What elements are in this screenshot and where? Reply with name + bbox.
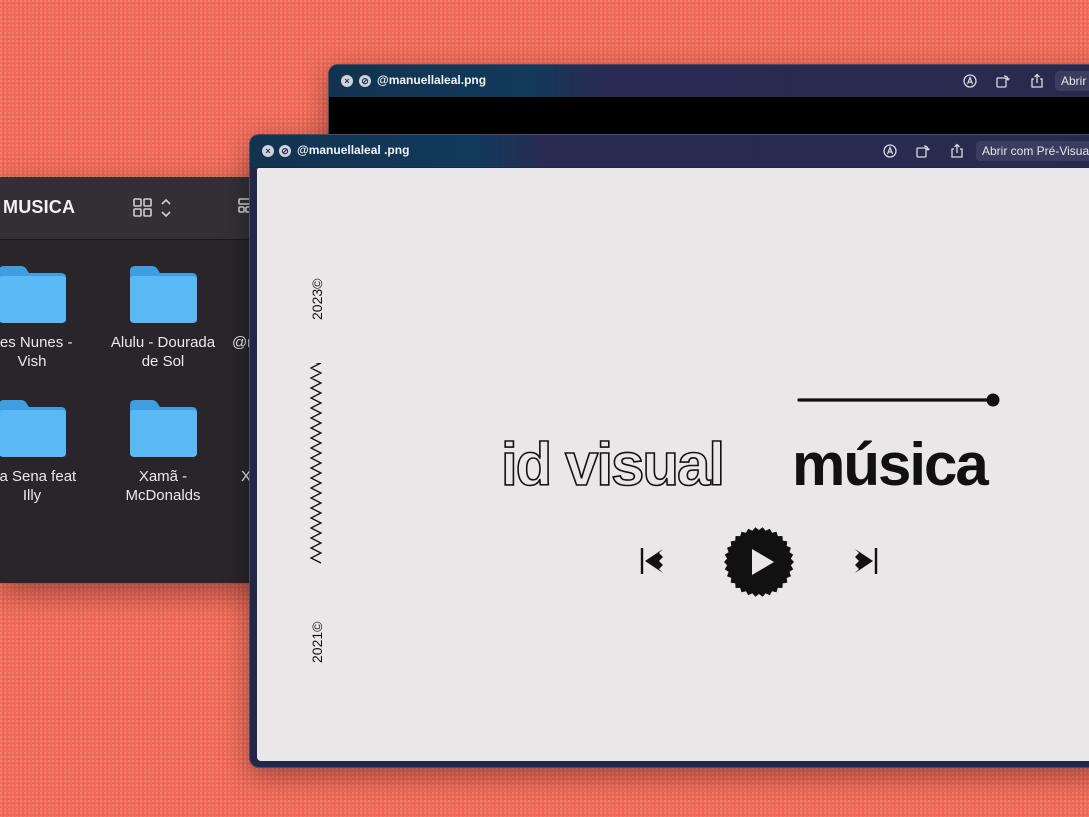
folder-item[interactable]: nes Nunes - Vish bbox=[0, 263, 87, 371]
folder-name: Xamã - bbox=[138, 468, 188, 485]
fullscreen-icon[interactable]: ⊘ bbox=[279, 145, 291, 157]
folder-icon bbox=[130, 266, 197, 323]
folder-icon bbox=[0, 266, 66, 323]
fullscreen-icon[interactable]: ⊘ bbox=[359, 75, 371, 87]
folder-icon bbox=[130, 400, 197, 457]
folder-name: Illy bbox=[22, 487, 42, 504]
year-bottom: 2021© bbox=[309, 621, 325, 663]
window-title: @manuellaleal.png bbox=[377, 73, 487, 87]
zigzag-line bbox=[309, 363, 323, 564]
rotate-icon[interactable] bbox=[995, 73, 1011, 89]
markup-icon[interactable] bbox=[962, 73, 978, 89]
hero-text-solid: música bbox=[792, 431, 989, 498]
close-icon[interactable]: × bbox=[341, 75, 353, 87]
previous-icon[interactable] bbox=[639, 546, 667, 576]
close-icon[interactable]: × bbox=[262, 145, 274, 157]
folder-item[interactable]: Xamã - McDonalds bbox=[108, 397, 218, 505]
rotate-icon[interactable] bbox=[915, 143, 931, 159]
share-icon[interactable] bbox=[949, 143, 965, 159]
progress-bar[interactable] bbox=[797, 392, 1007, 408]
folder-name: Vish bbox=[17, 353, 47, 370]
progress-knob[interactable] bbox=[986, 393, 1000, 407]
folder-name: nes Nunes - bbox=[0, 334, 73, 351]
folder-name: ina Sena feat bbox=[0, 468, 77, 485]
window-title: @manuellaleal .png bbox=[297, 143, 410, 157]
folder-icon bbox=[0, 400, 66, 457]
folder-name: de Sol bbox=[141, 353, 185, 370]
folder-item[interactable]: Alulu - Dourada de Sol bbox=[108, 263, 218, 371]
play-button[interactable] bbox=[723, 526, 795, 598]
open-with-button[interactable]: Abrir com Pré-Visual bbox=[976, 141, 1089, 161]
finder-window: MUSICA nes Nunes - Vish Alulu - Dourada bbox=[0, 177, 268, 583]
hero-text-outline: id visual bbox=[500, 430, 726, 499]
finder-toolbar: MUSICA bbox=[0, 177, 268, 240]
folder-name: McDonalds bbox=[125, 487, 201, 504]
folder-item[interactable]: ina Sena feat Illy bbox=[0, 397, 87, 505]
year-top: 2023© bbox=[309, 278, 325, 320]
preview-titlebar: × ⊘ @manuellaleal .png Abrir com Pré-Vis… bbox=[250, 135, 1089, 167]
preview-titlebar: × ⊘ @manuellaleal.png Abrir bbox=[329, 65, 1089, 97]
share-icon[interactable] bbox=[1029, 73, 1045, 89]
image-canvas: 2023© 2021© id visual música bbox=[257, 168, 1089, 761]
grid-view-icon[interactable] bbox=[133, 197, 173, 219]
open-with-button[interactable]: Abrir bbox=[1055, 71, 1089, 91]
next-icon[interactable] bbox=[851, 546, 879, 576]
folder-name: Alulu - Dourada bbox=[110, 334, 216, 351]
folder-title: MUSICA bbox=[3, 197, 76, 217]
markup-icon[interactable] bbox=[882, 143, 898, 159]
preview-window-front: × ⊘ @manuellaleal .png Abrir com Pré-Vis… bbox=[249, 134, 1089, 768]
